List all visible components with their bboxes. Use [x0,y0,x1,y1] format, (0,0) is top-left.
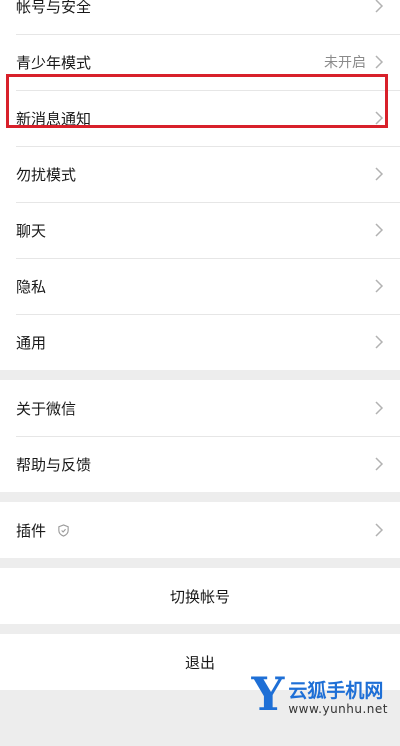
settings-item-label: 青少年模式 [16,53,92,72]
settings-item-chat[interactable]: 聊天 [0,202,400,258]
watermark-text: 云狐手机网 www.yunhu.net [288,680,388,716]
settings-item-do-not-disturb[interactable]: 勿扰模式 [0,146,400,202]
chevron-right-icon [375,55,384,69]
settings-item-label: 通用 [16,333,47,352]
settings-item-label: 新消息通知 [16,109,92,128]
settings-item-new-message-notification[interactable]: 新消息通知 [0,90,400,146]
shield-icon [58,523,69,537]
chevron-right-icon [375,401,384,415]
switch-account-button[interactable]: 切换帐号 [0,568,400,624]
chevron-right-icon [375,0,384,13]
chevron-right-icon [375,523,384,537]
watermark: Y 云狐手机网 www.yunhu.net [251,667,388,721]
settings-group-plugins: 插件 [0,502,400,558]
settings-item-teen-mode[interactable]: 青少年模式 未开启 [0,34,400,90]
settings-item-privacy[interactable]: 隐私 [0,258,400,314]
settings-item-account-security[interactable]: 帐号与安全 [0,0,400,34]
chevron-right-icon [375,279,384,293]
chevron-right-icon [375,223,384,237]
settings-item-label: 聊天 [16,221,47,240]
settings-item-label: 勿扰模式 [16,165,77,184]
settings-item-help-feedback[interactable]: 帮助与反馈 [0,436,400,492]
settings-item-label: 帐号与安全 [16,0,92,16]
settings-item-label: 插件 [16,521,47,540]
settings-item-label: 关于微信 [16,399,77,418]
settings-item-label: 帮助与反馈 [16,455,92,474]
watermark-logo: Y [251,667,285,721]
settings-item-label: 隐私 [16,277,47,296]
chevron-right-icon [375,457,384,471]
settings-item-general[interactable]: 通用 [0,314,400,370]
settings-item-plugins[interactable]: 插件 [0,502,400,558]
chevron-right-icon [375,335,384,349]
chevron-right-icon [375,167,384,181]
chevron-right-icon [375,111,384,125]
settings-item-about-wechat[interactable]: 关于微信 [0,380,400,436]
watermark-name: 云狐手机网 [288,680,384,702]
settings-group-about: 关于微信 帮助与反馈 [0,380,400,492]
watermark-url: www.yunhu.net [288,702,388,716]
teen-mode-status: 未开启 [324,55,366,71]
settings-group-main: 帐号与安全 青少年模式 未开启 新消息通知 勿扰模式 聊天 隐私 通用 [0,0,400,370]
plugins-label-wrap: 插件 [16,520,374,541]
